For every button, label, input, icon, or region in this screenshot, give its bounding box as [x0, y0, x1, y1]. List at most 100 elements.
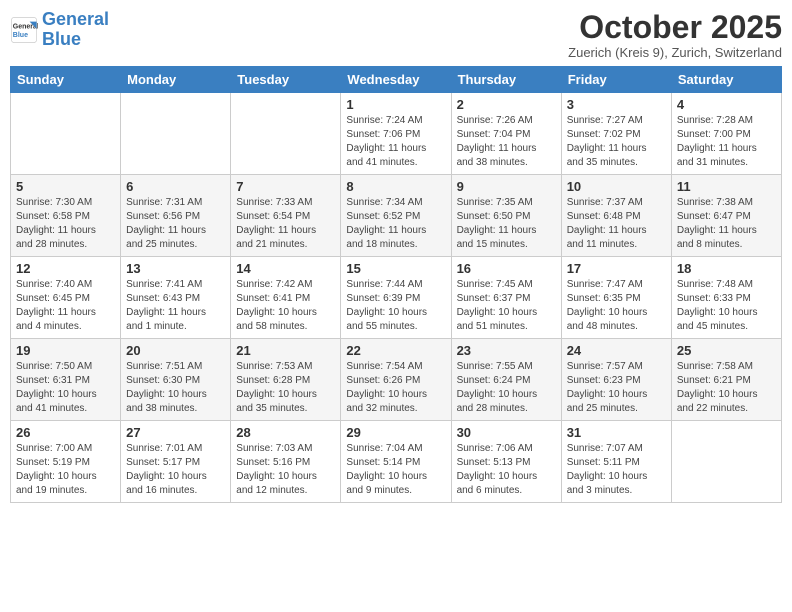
calendar-cell: 7Sunrise: 7:33 AMSunset: 6:54 PMDaylight…	[231, 175, 341, 257]
calendar-cell: 8Sunrise: 7:34 AMSunset: 6:52 PMDaylight…	[341, 175, 451, 257]
calendar-cell	[11, 93, 121, 175]
day-number: 30	[457, 425, 556, 440]
day-header-tuesday: Tuesday	[231, 67, 341, 93]
calendar-cell: 22 Sunrise: 7:54 AMSunset: 6:26 PMDayligh…	[341, 339, 451, 421]
day-number: 14	[236, 261, 335, 276]
day-header-friday: Friday	[561, 67, 671, 93]
calendar-cell: 11 Sunrise: 7:38 AMSunset: 6:47 PMDayligh…	[671, 175, 781, 257]
day-info: Sunrise: 7:41 AMSunset: 6:43 PMDaylight:…	[126, 278, 225, 334]
day-number: 10	[567, 179, 666, 194]
day-info: Sunrise: 7:45 AMSunset: 6:37 PMDaylight:…	[457, 278, 556, 334]
day-info: Sunrise: 7:03 AMSunset: 5:16 PMDaylight:…	[236, 442, 335, 498]
calendar-cell: 10 Sunrise: 7:37 AMSunset: 6:48 PMDayligh…	[561, 175, 671, 257]
day-info: Sunrise: 7:38 AMSunset: 6:47 PMDaylight:…	[677, 196, 776, 252]
calendar-cell: 16 Sunrise: 7:45 AMSunset: 6:37 PMDayligh…	[451, 257, 561, 339]
calendar-cell: 27 Sunrise: 7:01 AMSunset: 5:17 PMDayligh…	[121, 421, 231, 503]
day-number: 15	[346, 261, 445, 276]
calendar-cell: 15 Sunrise: 7:44 AMSunset: 6:39 PMDayligh…	[341, 257, 451, 339]
day-number: 31	[567, 425, 666, 440]
day-number: 16	[457, 261, 556, 276]
day-info: Sunrise: 7:58 AMSunset: 6:21 PMDaylight:…	[677, 360, 776, 416]
day-number: 11	[677, 179, 776, 194]
calendar-header-row: SundayMondayTuesdayWednesdayThursdayFrid…	[11, 67, 782, 93]
calendar-week-row: 5 Sunrise: 7:30 AMSunset: 6:58 PMDaylight…	[11, 175, 782, 257]
day-header-sunday: Sunday	[11, 67, 121, 93]
calendar-cell: 5 Sunrise: 7:30 AMSunset: 6:58 PMDaylight…	[11, 175, 121, 257]
day-info: Sunrise: 7:30 AMSunset: 6:58 PMDaylight:…	[16, 196, 115, 252]
header: General Blue GeneralBlue October 2025 Zu…	[10, 10, 782, 60]
svg-text:Blue: Blue	[13, 32, 28, 39]
day-number: 2	[457, 97, 556, 112]
day-info: Sunrise: 7:53 AMSunset: 6:28 PMDaylight:…	[236, 360, 335, 416]
calendar-cell: 29 Sunrise: 7:04 AMSunset: 5:14 PMDayligh…	[341, 421, 451, 503]
day-number: 4	[677, 97, 776, 112]
day-info: Sunrise: 7:31 AMSunset: 6:56 PMDaylight:…	[126, 196, 225, 252]
calendar-cell: 23 Sunrise: 7:55 AMSunset: 6:24 PMDayligh…	[451, 339, 561, 421]
day-info: Sunrise: 7:35 AMSunset: 6:50 PMDaylight:…	[457, 196, 556, 252]
calendar-cell: 9 Sunrise: 7:35 AMSunset: 6:50 PMDaylight…	[451, 175, 561, 257]
day-number: 17	[567, 261, 666, 276]
calendar-week-row: 19 Sunrise: 7:50 AMSunset: 6:31 PMDayligh…	[11, 339, 782, 421]
day-info: Sunrise: 7:54 AMSunset: 6:26 PMDaylight:…	[346, 360, 445, 416]
day-info: Sunrise: 7:55 AMSunset: 6:24 PMDaylight:…	[457, 360, 556, 416]
day-number: 28	[236, 425, 335, 440]
day-number: 24	[567, 343, 666, 358]
calendar-cell	[121, 93, 231, 175]
calendar-cell: 17 Sunrise: 7:47 AMSunset: 6:35 PMDayligh…	[561, 257, 671, 339]
day-number: 1	[346, 97, 445, 112]
calendar-cell: 18Sunrise: 7:48 AMSunset: 6:33 PMDayligh…	[671, 257, 781, 339]
day-number: 25	[677, 343, 776, 358]
day-info: Sunrise: 7:37 AMSunset: 6:48 PMDaylight:…	[567, 196, 666, 252]
subtitle: Zuerich (Kreis 9), Zurich, Switzerland	[568, 45, 782, 60]
day-number: 22	[346, 343, 445, 358]
day-number: 29	[346, 425, 445, 440]
day-info: Sunrise: 7:40 AMSunset: 6:45 PMDaylight:…	[16, 278, 115, 334]
calendar-cell: 31 Sunrise: 7:07 AMSunset: 5:11 PMDayligh…	[561, 421, 671, 503]
calendar-cell: 25 Sunrise: 7:58 AMSunset: 6:21 PMDayligh…	[671, 339, 781, 421]
calendar-cell	[671, 421, 781, 503]
calendar-cell: 30 Sunrise: 7:06 AMSunset: 5:13 PMDayligh…	[451, 421, 561, 503]
day-number: 23	[457, 343, 556, 358]
calendar-cell: 6 Sunrise: 7:31 AMSunset: 6:56 PMDaylight…	[121, 175, 231, 257]
day-info: Sunrise: 7:01 AMSunset: 5:17 PMDaylight:…	[126, 442, 225, 498]
day-number: 19	[16, 343, 115, 358]
day-number: 13	[126, 261, 225, 276]
day-header-wednesday: Wednesday	[341, 67, 451, 93]
day-header-saturday: Saturday	[671, 67, 781, 93]
day-info: Sunrise: 7:51 AMSunset: 6:30 PMDaylight:…	[126, 360, 225, 416]
day-number: 9	[457, 179, 556, 194]
title-area: October 2025 Zuerich (Kreis 9), Zurich, …	[568, 10, 782, 60]
day-info: Sunrise: 7:44 AMSunset: 6:39 PMDaylight:…	[346, 278, 445, 334]
logo-text: GeneralBlue	[42, 10, 109, 50]
day-number: 27	[126, 425, 225, 440]
day-info: Sunrise: 7:47 AMSunset: 6:35 PMDaylight:…	[567, 278, 666, 334]
month-title: October 2025	[568, 10, 782, 45]
calendar-week-row: 1Sunrise: 7:24 AMSunset: 7:06 PMDaylight…	[11, 93, 782, 175]
day-number: 5	[16, 179, 115, 194]
calendar-cell: 13 Sunrise: 7:41 AMSunset: 6:43 PMDayligh…	[121, 257, 231, 339]
day-info: Sunrise: 7:28 AMSunset: 7:00 PMDaylight:…	[677, 114, 776, 170]
day-number: 26	[16, 425, 115, 440]
calendar-week-row: 12Sunrise: 7:40 AMSunset: 6:45 PMDayligh…	[11, 257, 782, 339]
day-info: Sunrise: 7:48 AMSunset: 6:33 PMDaylight:…	[677, 278, 776, 334]
calendar-cell: 3Sunrise: 7:27 AMSunset: 7:02 PMDaylight…	[561, 93, 671, 175]
day-info: Sunrise: 7:04 AMSunset: 5:14 PMDaylight:…	[346, 442, 445, 498]
calendar-cell: 28 Sunrise: 7:03 AMSunset: 5:16 PMDayligh…	[231, 421, 341, 503]
day-number: 6	[126, 179, 225, 194]
day-header-monday: Monday	[121, 67, 231, 93]
day-info: Sunrise: 7:34 AMSunset: 6:52 PMDaylight:…	[346, 196, 445, 252]
calendar-cell: 2 Sunrise: 7:26 AMSunset: 7:04 PMDaylight…	[451, 93, 561, 175]
day-info: Sunrise: 7:50 AMSunset: 6:31 PMDaylight:…	[16, 360, 115, 416]
calendar-cell: 21Sunrise: 7:53 AMSunset: 6:28 PMDayligh…	[231, 339, 341, 421]
calendar-cell: 20Sunrise: 7:51 AMSunset: 6:30 PMDayligh…	[121, 339, 231, 421]
day-info: Sunrise: 7:26 AMSunset: 7:04 PMDaylight:…	[457, 114, 556, 170]
day-header-thursday: Thursday	[451, 67, 561, 93]
calendar-week-row: 26Sunrise: 7:00 AMSunset: 5:19 PMDayligh…	[11, 421, 782, 503]
day-info: Sunrise: 7:06 AMSunset: 5:13 PMDaylight:…	[457, 442, 556, 498]
calendar-table: SundayMondayTuesdayWednesdayThursdayFrid…	[10, 66, 782, 503]
calendar-cell: 4 Sunrise: 7:28 AMSunset: 7:00 PMDaylight…	[671, 93, 781, 175]
day-info: Sunrise: 7:57 AMSunset: 6:23 PMDaylight:…	[567, 360, 666, 416]
calendar-cell: 24 Sunrise: 7:57 AMSunset: 6:23 PMDayligh…	[561, 339, 671, 421]
day-info: Sunrise: 7:07 AMSunset: 5:11 PMDaylight:…	[567, 442, 666, 498]
calendar-cell: 12Sunrise: 7:40 AMSunset: 6:45 PMDayligh…	[11, 257, 121, 339]
